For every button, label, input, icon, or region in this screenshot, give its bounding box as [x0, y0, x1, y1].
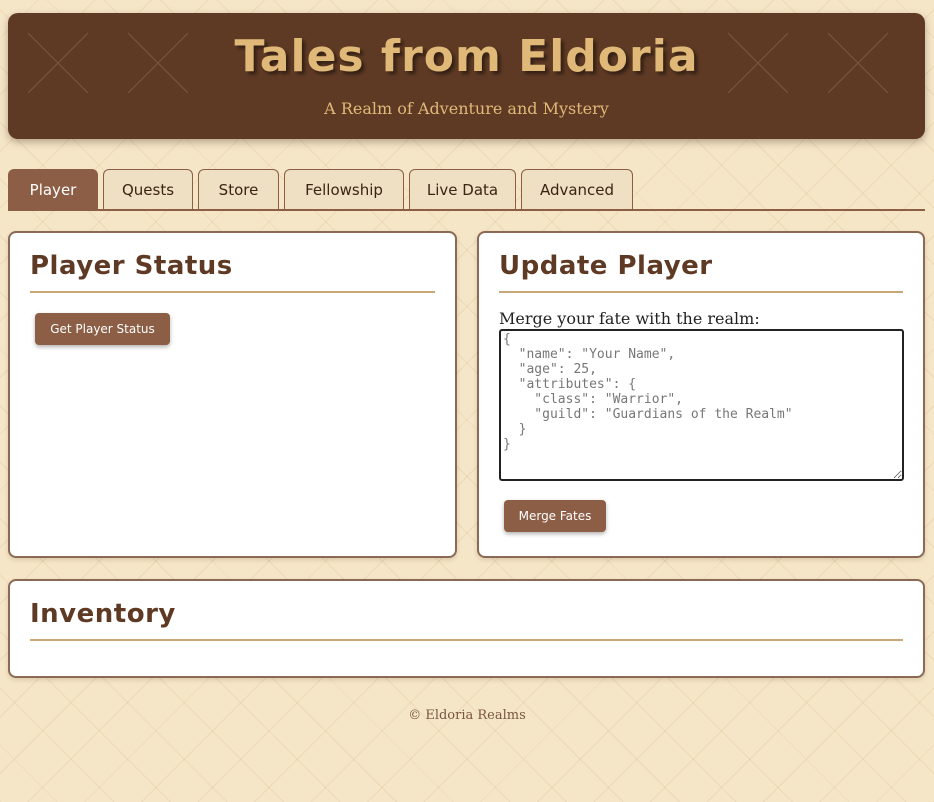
divider: [30, 639, 903, 641]
divider: [499, 291, 903, 293]
site-header: Tales from Eldoria A Realm of Adventure …: [8, 13, 925, 139]
player-status-title: Player Status: [30, 251, 233, 281]
tab-bar: Player Quests Store Fellowship Live Data…: [8, 169, 925, 211]
inventory-title: Inventory: [30, 599, 176, 629]
inventory-panel: Inventory: [8, 579, 925, 678]
player-status-panel: Player Status Get Player Status: [8, 231, 457, 558]
footer-copyright: © Eldoria Realms: [408, 708, 526, 723]
update-player-panel: Update Player Merge your fate with the r…: [477, 231, 925, 558]
player-json-input[interactable]: { "name": "Your Name", "age": 25, "attri…: [499, 329, 904, 481]
merge-fate-label: Merge your fate with the realm:: [499, 309, 760, 328]
tab-advanced[interactable]: Advanced: [521, 169, 633, 209]
divider: [30, 291, 435, 293]
get-player-status-button[interactable]: Get Player Status: [35, 313, 170, 345]
tab-live-data[interactable]: Live Data: [409, 169, 516, 209]
site-subtitle: A Realm of Adventure and Mystery: [324, 99, 609, 118]
tab-quests[interactable]: Quests: [103, 169, 193, 209]
merge-fates-button[interactable]: Merge Fates: [504, 500, 606, 532]
tab-store[interactable]: Store: [198, 169, 279, 209]
update-player-title: Update Player: [499, 251, 713, 281]
site-title: Tales from Eldoria: [234, 31, 699, 82]
tab-fellowship[interactable]: Fellowship: [284, 169, 404, 209]
tab-player[interactable]: Player: [8, 169, 98, 209]
